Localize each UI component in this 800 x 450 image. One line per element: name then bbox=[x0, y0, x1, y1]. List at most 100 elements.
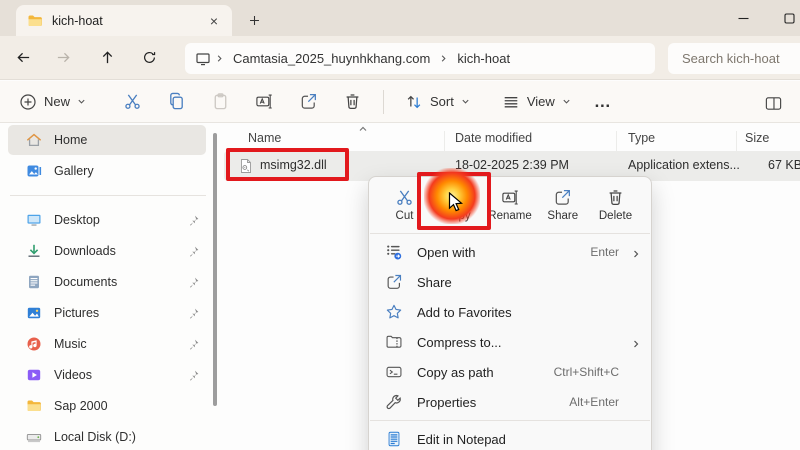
cut-icon bbox=[395, 188, 414, 207]
menu-divider bbox=[370, 233, 650, 234]
sort-ascending-icon bbox=[358, 124, 368, 134]
sidebar-item-label: Pictures bbox=[54, 306, 99, 320]
file-explorer-window: { "window": { "tab_title": "kich-hoat", … bbox=[0, 0, 800, 450]
delete-action-button[interactable]: Delete bbox=[590, 182, 641, 228]
videos-icon bbox=[26, 367, 42, 383]
delete-icon bbox=[606, 188, 625, 207]
menu-item-share[interactable]: Share bbox=[369, 267, 651, 297]
column-separator[interactable] bbox=[736, 131, 737, 152]
navigation-bar: Camtasia_2025_huynhkhang.com kich-hoat S… bbox=[0, 36, 800, 80]
paste-toolbar-button[interactable] bbox=[205, 87, 235, 117]
sidebar-item-downloads[interactable]: Downloads bbox=[8, 236, 206, 266]
up-button[interactable] bbox=[90, 43, 124, 73]
file-size: 67 KB bbox=[768, 158, 800, 172]
copy-icon bbox=[448, 188, 467, 207]
sidebar-divider bbox=[10, 195, 206, 196]
maximize-button[interactable] bbox=[766, 0, 800, 36]
plus-icon bbox=[248, 14, 261, 27]
desktop-icon bbox=[26, 212, 42, 228]
search-input[interactable]: Search kich-hoat bbox=[668, 43, 800, 74]
sidebar-item-label: Sap 2000 bbox=[54, 399, 108, 413]
disk-icon bbox=[26, 429, 42, 445]
new-plus-icon bbox=[19, 93, 37, 111]
cut-icon bbox=[123, 92, 142, 111]
breadcrumb-segment-current[interactable]: kich-hoat bbox=[448, 51, 519, 66]
details-pane-button[interactable] bbox=[758, 88, 788, 118]
sidebar-item-gallery[interactable]: Gallery bbox=[8, 156, 206, 186]
view-icon bbox=[502, 93, 520, 111]
music-icon bbox=[26, 336, 42, 352]
refresh-icon bbox=[142, 50, 157, 65]
sidebar-item-local-disk-d[interactable]: Local Disk (D:) bbox=[8, 422, 206, 450]
sidebar-item-desktop[interactable]: Desktop bbox=[8, 205, 206, 235]
copy-action-button[interactable]: Copy bbox=[432, 182, 483, 228]
forward-button[interactable] bbox=[46, 43, 80, 73]
pictures-icon bbox=[26, 305, 42, 321]
sidebar-item-videos[interactable]: Videos bbox=[8, 360, 206, 390]
file-type: Application extens... bbox=[628, 158, 740, 172]
menu-item-compress-to[interactable]: Compress to... bbox=[369, 327, 651, 357]
submenu-chevron-icon bbox=[631, 337, 641, 347]
sidebar-item-documents[interactable]: Documents bbox=[8, 267, 206, 297]
sort-button[interactable]: Sort bbox=[396, 87, 479, 117]
menu-item-edit-in-notepad[interactable]: Edit in Notepad bbox=[369, 424, 651, 450]
menu-item-label: Edit in Notepad bbox=[417, 432, 629, 447]
sidebar-item-label: Gallery bbox=[54, 164, 94, 178]
tab-kich-hoat[interactable]: kich-hoat × bbox=[16, 5, 232, 36]
sidebar: Home Gallery DesktopDownloadsDocuments Pict… bbox=[0, 124, 220, 450]
menu-item-label: Open with bbox=[417, 245, 590, 260]
menu-item-properties[interactable]: PropertiesAlt+Enter bbox=[369, 387, 651, 417]
action-label: Delete bbox=[599, 210, 632, 222]
column-headers: Name Date modified Type Size bbox=[220, 127, 800, 151]
sidebar-item-sap-2000[interactable]: Sap 2000 bbox=[8, 391, 206, 421]
sidebar-item-pictures[interactable]: Pictures bbox=[8, 298, 206, 328]
tab-close-icon[interactable]: × bbox=[204, 11, 224, 31]
home-icon bbox=[26, 132, 42, 148]
back-button[interactable] bbox=[6, 43, 40, 73]
more-options-button[interactable]: … bbox=[580, 92, 626, 112]
sidebar-item-home[interactable]: Home bbox=[8, 125, 206, 155]
breadcrumb-chevron-icon bbox=[215, 54, 224, 63]
cut-action-button[interactable]: Cut bbox=[379, 182, 430, 228]
new-button-label: New bbox=[44, 94, 70, 109]
action-label: Cut bbox=[396, 210, 414, 222]
toolbar-separator bbox=[383, 90, 384, 114]
share-action-button[interactable]: Share bbox=[537, 182, 588, 228]
menu-item-open-with[interactable]: Open withEnter bbox=[369, 237, 651, 267]
column-separator[interactable] bbox=[616, 131, 617, 152]
this-pc-icon bbox=[195, 51, 211, 67]
compress-icon bbox=[385, 333, 403, 351]
copy-path-icon bbox=[385, 363, 403, 381]
column-header-size[interactable]: Size bbox=[745, 131, 769, 145]
sidebar-item-label: Home bbox=[54, 133, 87, 147]
menu-item-shortcut: Ctrl+Shift+C bbox=[554, 365, 619, 379]
sort-button-label: Sort bbox=[430, 94, 454, 109]
column-header-name[interactable]: Name bbox=[248, 131, 281, 145]
sidebar-scrollbar[interactable] bbox=[213, 133, 217, 406]
new-tab-button[interactable] bbox=[242, 8, 266, 32]
dll-file-icon bbox=[238, 158, 254, 174]
rename-toolbar-button[interactable] bbox=[249, 87, 279, 117]
menu-item-shortcut: Alt+Enter bbox=[569, 395, 619, 409]
sidebar-item-music[interactable]: Music bbox=[8, 329, 206, 359]
up-arrow-icon bbox=[100, 50, 115, 65]
breadcrumb-segment-folder[interactable]: Camtasia_2025_huynhkhang.com bbox=[224, 51, 439, 66]
view-button[interactable]: View bbox=[493, 87, 580, 117]
rename-action-button[interactable]: Rename bbox=[485, 182, 536, 228]
menu-item-label: Copy as path bbox=[417, 365, 554, 380]
new-button[interactable]: New bbox=[10, 87, 95, 117]
menu-item-add-to-favorites[interactable]: Add to Favorites bbox=[369, 297, 651, 327]
cut-toolbar-button[interactable] bbox=[117, 87, 147, 117]
copy-toolbar-button[interactable] bbox=[161, 87, 191, 117]
share-toolbar-button[interactable] bbox=[293, 87, 323, 117]
minimize-button[interactable] bbox=[720, 0, 766, 36]
column-separator[interactable] bbox=[444, 131, 445, 152]
menu-item-label: Share bbox=[417, 275, 629, 290]
sort-icon bbox=[405, 93, 423, 111]
refresh-button[interactable] bbox=[132, 43, 166, 73]
menu-item-copy-as-path[interactable]: Copy as pathCtrl+Shift+C bbox=[369, 357, 651, 387]
delete-toolbar-button[interactable] bbox=[337, 87, 367, 117]
column-header-type[interactable]: Type bbox=[628, 131, 655, 145]
column-header-date[interactable]: Date modified bbox=[455, 131, 532, 145]
notepad-icon bbox=[385, 430, 403, 448]
